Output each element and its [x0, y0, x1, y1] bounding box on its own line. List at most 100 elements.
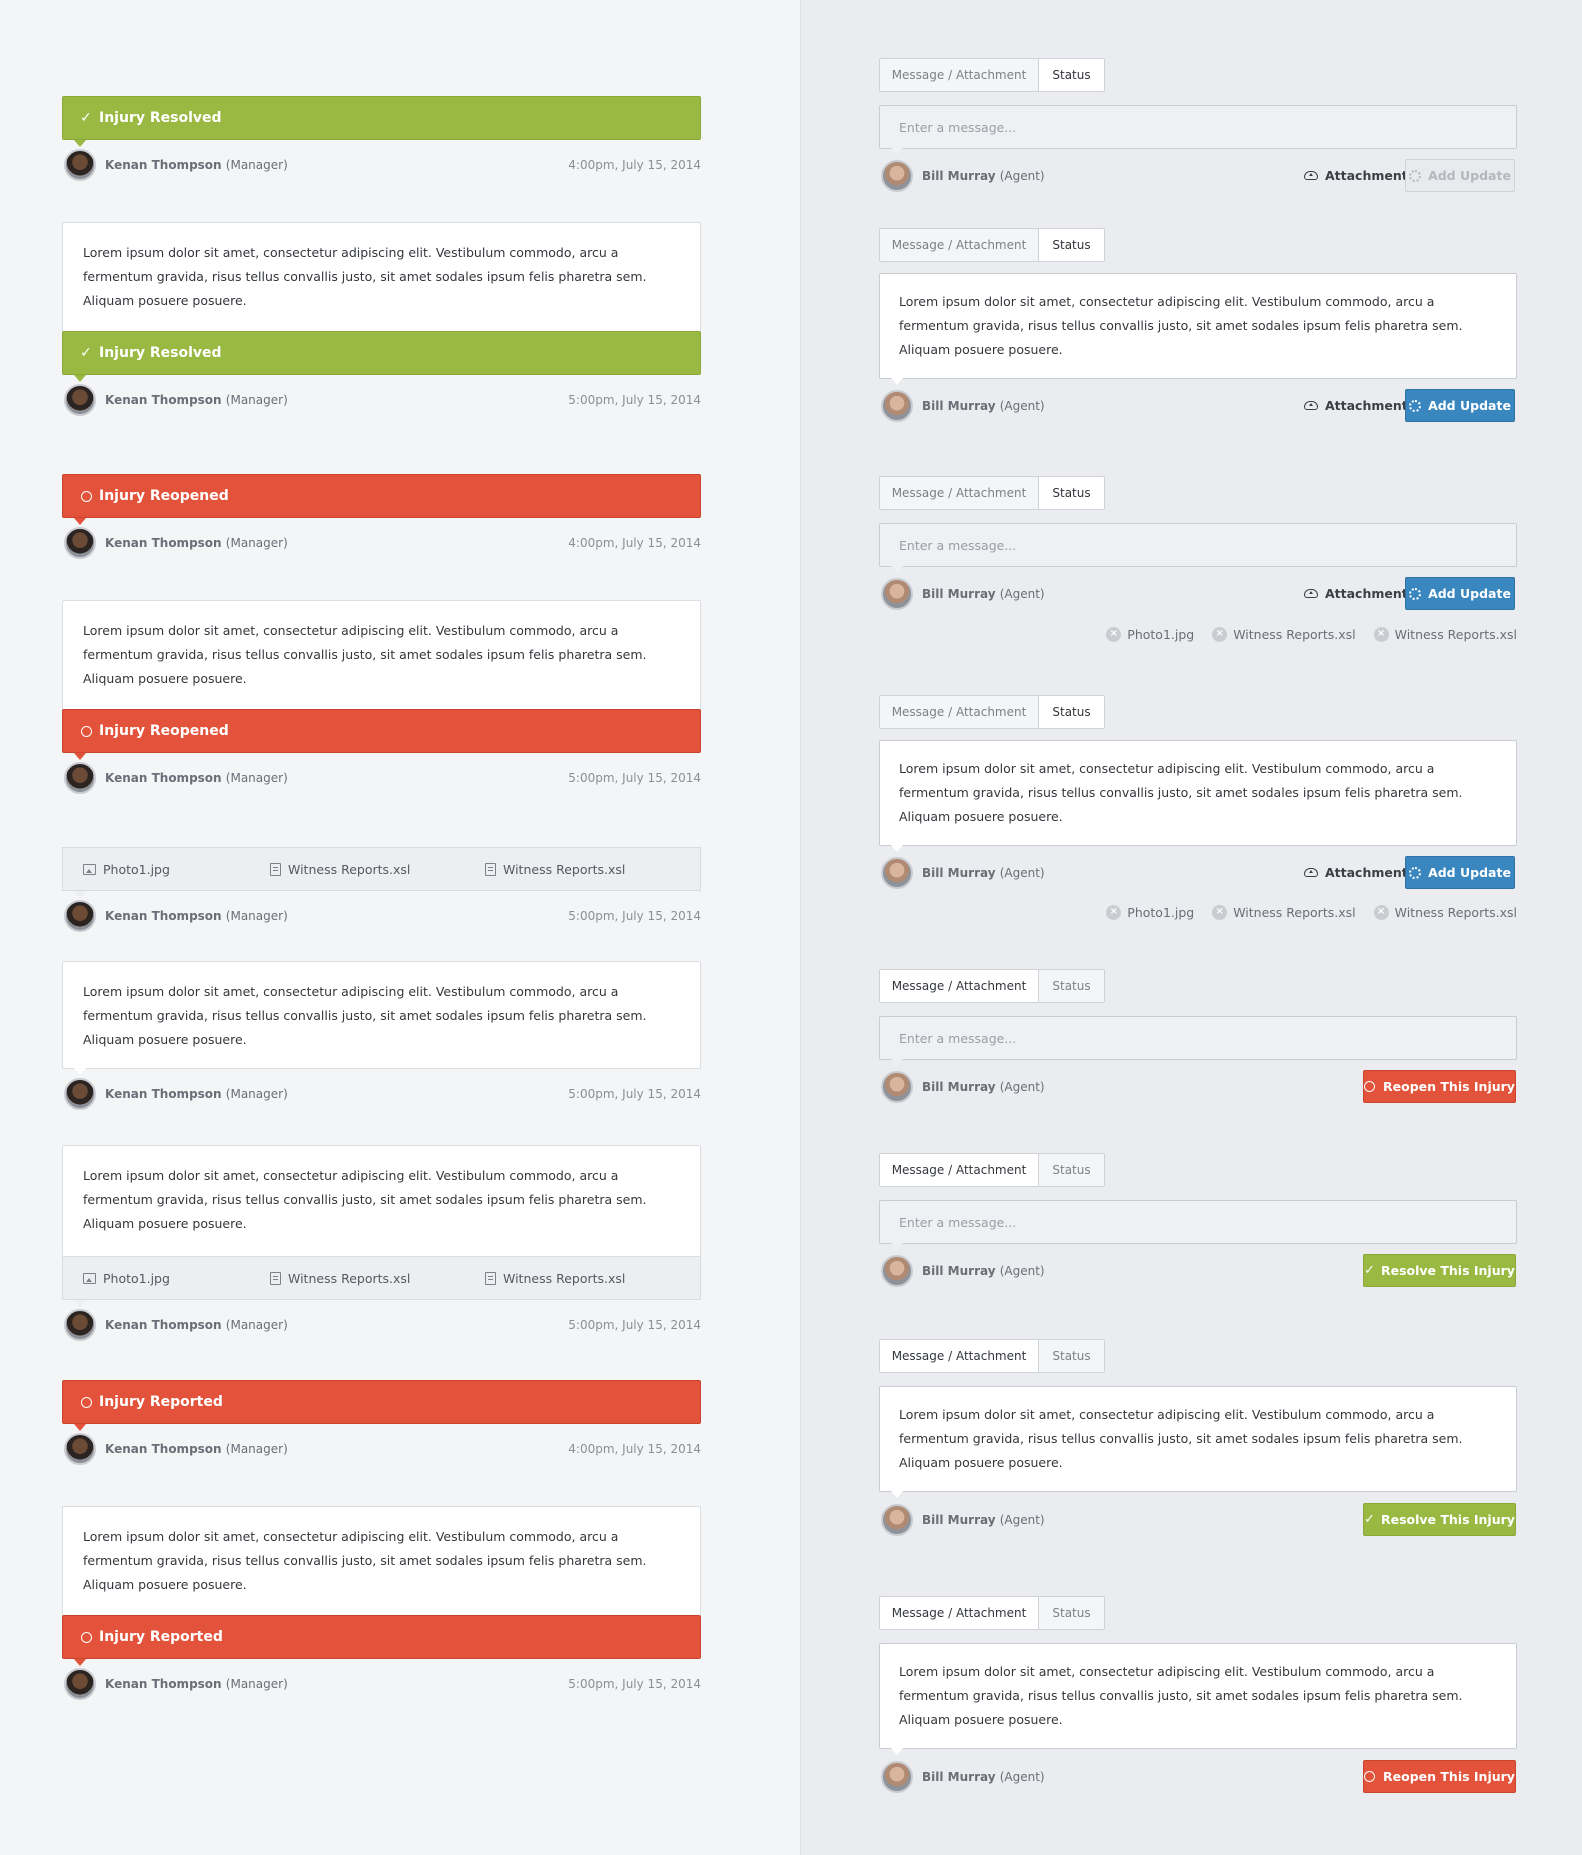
message-input[interactable]: Lorem ipsum dolor sit amet, consectetur … — [879, 1386, 1517, 1492]
composer-tabs: Message / Attachment Status — [879, 476, 1105, 510]
remove-icon[interactable]: × — [1212, 904, 1228, 920]
attached-files: × Photo1.jpg × Witness Reports.xsl × Witnes… — [1088, 624, 1517, 644]
tab-message-attachment[interactable]: Message / Attachment — [880, 1597, 1039, 1629]
tab-status[interactable]: Status — [1039, 1154, 1104, 1186]
banner-pointer — [74, 140, 86, 147]
tab-message-attachment[interactable]: Message / Attachment — [880, 477, 1039, 509]
status-banner-resolved: ✓ Injury Resolved — [62, 331, 701, 375]
cloud-upload-icon — [1304, 401, 1318, 410]
attachment-strip: Photo1.jpg Witness Reports.xsl Witness R… — [62, 1256, 701, 1300]
attachment-item[interactable]: Witness Reports.xsl — [270, 862, 410, 877]
attachment-button[interactable]: Attachment — [1304, 586, 1408, 601]
attachment-item[interactable]: Witness Reports.xsl — [485, 862, 625, 877]
message-body: Lorem ipsum dolor sit amet, consectetur … — [62, 1506, 701, 1616]
message-input[interactable]: Lorem ipsum dolor sit amet, consectetur … — [879, 273, 1517, 379]
add-update-button[interactable]: Add Update — [1405, 856, 1515, 889]
entry-meta: Kenan Thompson (Manager) 4:00pm, July 15… — [64, 148, 701, 182]
banner-pointer — [74, 375, 86, 382]
avatar[interactable] — [881, 1255, 913, 1287]
avatar[interactable] — [64, 1078, 96, 1110]
avatar[interactable] — [64, 1433, 96, 1465]
attachment-item[interactable]: Photo1.jpg — [83, 1271, 170, 1286]
timestamp: 4:00pm, July 15, 2014 — [568, 536, 701, 550]
add-update-button[interactable]: Add Update — [1405, 577, 1515, 610]
status-banner-resolved: ✓ Injury Resolved — [62, 96, 701, 140]
tab-message-attachment[interactable]: Message / Attachment — [880, 970, 1039, 1002]
tab-status[interactable]: Status — [1039, 970, 1104, 1002]
agent-name: Bill Murray (Agent) — [922, 1264, 1045, 1278]
tab-message-attachment[interactable]: Message / Attachment — [880, 59, 1039, 91]
avatar[interactable] — [64, 527, 96, 559]
avatar[interactable] — [881, 857, 913, 889]
tab-message-attachment[interactable]: Message / Attachment — [880, 1154, 1039, 1186]
input-pointer — [891, 1748, 903, 1755]
tab-message-attachment[interactable]: Message / Attachment — [880, 696, 1039, 728]
input-pointer — [891, 845, 903, 852]
message-input[interactable]: Enter a message... — [879, 1200, 1517, 1244]
resolve-injury-button[interactable]: ✓ Resolve This Injury — [1363, 1503, 1516, 1536]
remove-icon[interactable]: × — [1106, 626, 1122, 642]
tab-status[interactable]: Status — [1039, 1597, 1104, 1629]
tab-status[interactable]: Status — [1039, 477, 1104, 509]
status-label: Injury Resolved — [99, 345, 222, 361]
avatar[interactable] — [881, 578, 913, 610]
agent-name: Bill Murray (Agent) — [922, 866, 1045, 880]
message-input[interactable]: Enter a message... — [879, 1016, 1517, 1060]
reopen-injury-button[interactable]: Reopen This Injury — [1363, 1070, 1516, 1103]
author-name: Kenan Thompson (Manager) — [105, 1318, 288, 1332]
remove-icon[interactable]: × — [1106, 904, 1122, 920]
avatar[interactable] — [64, 1309, 96, 1341]
remove-icon[interactable]: × — [1212, 626, 1228, 642]
avatar[interactable] — [64, 762, 96, 794]
avatar[interactable] — [881, 1761, 913, 1793]
input-pointer — [891, 378, 903, 385]
avatar[interactable] — [881, 1504, 913, 1536]
status-label: Injury Reported — [99, 1394, 223, 1410]
message-pointer — [73, 1068, 87, 1076]
attachment-item[interactable]: Photo1.jpg — [83, 862, 170, 877]
avatar[interactable] — [881, 160, 913, 192]
entry-meta: Kenan Thompson (Manager) 5:00pm, July 15… — [64, 761, 701, 795]
input-pointer — [891, 1243, 903, 1250]
composer-tabs: Message / Attachment Status — [879, 1339, 1105, 1373]
attachment-button[interactable]: Attachment — [1304, 398, 1408, 413]
add-update-button[interactable]: Add Update — [1405, 159, 1515, 192]
remove-icon[interactable]: × — [1373, 626, 1389, 642]
checkmark-icon: ✓ — [80, 345, 92, 361]
reopen-injury-button[interactable]: Reopen This Injury — [1363, 1760, 1516, 1793]
attached-files: × Photo1.jpg × Witness Reports.xsl × Witnes… — [1088, 902, 1517, 922]
timestamp: 5:00pm, July 15, 2014 — [568, 909, 701, 923]
circle-icon — [1364, 1771, 1376, 1782]
tab-status[interactable]: Status — [1039, 59, 1104, 91]
status-banner-reopened: Injury Reopened — [62, 474, 701, 518]
tab-message-attachment[interactable]: Message / Attachment — [880, 229, 1039, 261]
tab-status[interactable]: Status — [1039, 229, 1104, 261]
composer-tabs: Message / Attachment Status — [879, 58, 1105, 92]
avatar[interactable] — [881, 390, 913, 422]
add-update-button[interactable]: Add Update — [1405, 389, 1515, 422]
avatar[interactable] — [64, 384, 96, 416]
avatar[interactable] — [64, 149, 96, 181]
attachment-item[interactable]: Witness Reports.xsl — [485, 1271, 625, 1286]
message-input[interactable]: Enter a message... — [879, 523, 1517, 567]
attachment-button[interactable]: Attachment — [1304, 865, 1408, 880]
message-input[interactable]: Enter a message... — [879, 105, 1517, 149]
remove-icon[interactable]: × — [1373, 904, 1389, 920]
message-input[interactable]: Lorem ipsum dolor sit amet, consectetur … — [879, 740, 1517, 846]
cloud-upload-icon — [1304, 868, 1318, 877]
checkmark-icon: ✓ — [80, 110, 92, 126]
attachment-item[interactable]: Witness Reports.xsl — [270, 1271, 410, 1286]
strip-pointer — [74, 891, 86, 898]
tab-status[interactable]: Status — [1039, 696, 1104, 728]
avatar[interactable] — [64, 900, 96, 932]
attached-file-chip: × Witness Reports.xsl — [1373, 626, 1517, 642]
avatar[interactable] — [881, 1071, 913, 1103]
message-input[interactable]: Lorem ipsum dolor sit amet, consectetur … — [879, 1643, 1517, 1749]
circle-icon — [79, 1630, 93, 1644]
resolve-injury-button[interactable]: ✓ Resolve This Injury — [1363, 1254, 1516, 1287]
avatar[interactable] — [64, 1668, 96, 1700]
tab-status[interactable]: Status — [1039, 1340, 1104, 1372]
tab-message-attachment[interactable]: Message / Attachment — [880, 1340, 1039, 1372]
attachment-button[interactable]: Attachment — [1304, 168, 1408, 183]
message-body: Lorem ipsum dolor sit amet, consectetur … — [62, 1145, 701, 1257]
